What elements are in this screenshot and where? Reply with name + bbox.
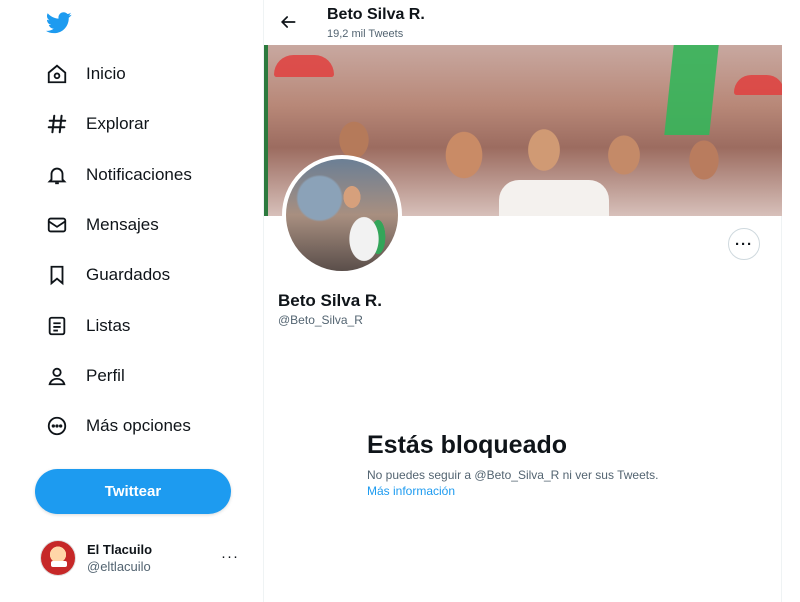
more-icon[interactable]: ···	[221, 548, 239, 565]
sidebar-item-inicio[interactable]: Inicio	[46, 54, 126, 94]
sidebar-item-label: Mensajes	[86, 215, 159, 234]
sidebar-item-mensajes[interactable]: Mensajes	[46, 205, 159, 245]
banner-detail	[274, 55, 334, 77]
sidebar-item-listas[interactable]: Listas	[46, 306, 130, 346]
back-arrow-icon[interactable]	[278, 12, 298, 32]
sidebar-item-explorar[interactable]: Explorar	[46, 104, 149, 144]
sidebar: Inicio Explorar Notificaciones Mensajes …	[0, 0, 263, 602]
profile-header: Beto Silva R. 19,2 mil Tweets	[264, 0, 782, 45]
sidebar-item-label: Perfil	[86, 366, 125, 385]
tweet-count: 19,2 mil Tweets	[327, 28, 404, 40]
sidebar-item-label: Notificaciones	[86, 165, 192, 184]
blocked-headline: Estás bloqueado	[367, 431, 568, 459]
blocked-message: No puedes seguir a @Beto_Silva_R ni ver …	[367, 468, 659, 482]
profile-handle: @Beto_Silva_R	[278, 313, 363, 327]
home-icon	[46, 63, 68, 85]
tweet-button[interactable]: Twittear	[35, 469, 231, 514]
sidebar-item-notificaciones[interactable]: Notificaciones	[46, 155, 192, 195]
sidebar-item-label: Más opciones	[86, 416, 191, 435]
hashtag-icon	[46, 113, 68, 135]
account-switcher[interactable]: El Tlacuilo @eltlacuilo ···	[40, 540, 240, 578]
sidebar-item-perfil[interactable]: Perfil	[46, 356, 125, 396]
profile-column: Beto Silva R. 19,2 mil Tweets ··· Beto S…	[263, 0, 782, 602]
account-handle: @eltlacuilo	[87, 559, 151, 574]
sidebar-item-label: Inicio	[86, 64, 126, 83]
profile-avatar[interactable]	[282, 155, 402, 275]
banner-detail	[664, 45, 719, 135]
account-name: El Tlacuilo	[87, 542, 153, 557]
banner-detail	[734, 75, 782, 95]
sidebar-item-guardados[interactable]: Guardados	[46, 255, 170, 295]
learn-more-link[interactable]: Más información	[367, 483, 707, 499]
profile-name: Beto Silva R.	[278, 291, 382, 310]
sidebar-item-mas-opciones[interactable]: Más opciones	[46, 406, 191, 446]
sidebar-item-label: Guardados	[86, 265, 171, 284]
more-circle-icon	[46, 415, 68, 437]
bookmark-icon	[46, 264, 68, 286]
bell-icon	[46, 164, 68, 186]
page-title: Beto Silva R.	[327, 6, 425, 23]
envelope-icon	[46, 214, 68, 236]
more-options-button[interactable]: ···	[728, 228, 760, 260]
blocked-notice: Estás bloqueado No puedes seguir a @Beto…	[367, 430, 707, 499]
person-icon	[46, 365, 68, 387]
list-icon	[46, 315, 68, 337]
twitter-logo-icon[interactable]	[45, 12, 72, 34]
sidebar-item-label: Explorar	[86, 114, 150, 133]
sidebar-item-label: Listas	[86, 316, 131, 335]
banner-detail	[499, 180, 609, 216]
avatar	[40, 540, 76, 576]
